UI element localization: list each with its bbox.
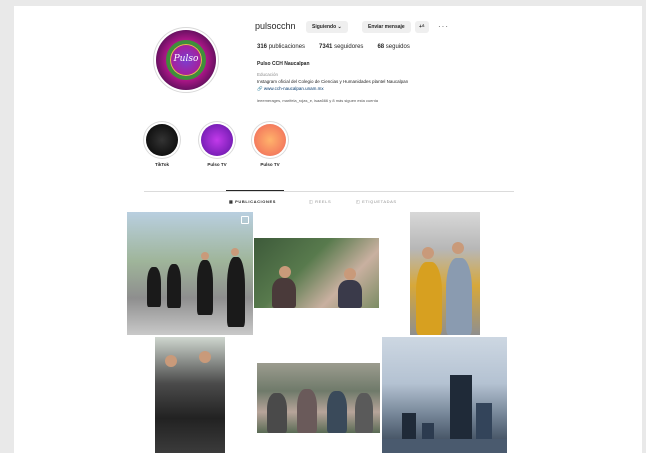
highlight-cover (254, 124, 286, 156)
followers-stat[interactable]: 7341 seguidores (319, 44, 363, 50)
post-thumbnail[interactable] (127, 212, 253, 335)
profile-category: Educación (257, 72, 279, 77)
profile-stats: 316 publicaciones 7341 seguidores 68 seg… (257, 44, 410, 50)
active-tab-indicator (226, 190, 284, 191)
profile-avatar[interactable]: Pulso (156, 30, 216, 90)
carousel-icon (241, 216, 249, 224)
tab-tagged[interactable]: ◰ ETIQUETADAS (356, 199, 397, 204)
post-thumbnail[interactable] (382, 337, 507, 453)
post-thumbnail[interactable] (257, 363, 380, 433)
highlight-label: Pulso TV (260, 162, 280, 167)
send-message-button[interactable]: Enviar mensaje (362, 21, 411, 33)
following-button[interactable]: Siguiendo ⌄ (306, 21, 348, 33)
highlight-tiktok[interactable]: TikTok (140, 124, 184, 167)
tab-reels[interactable]: ◫ REELS (309, 199, 331, 204)
profile-bio: Instagram oficial del Colegio de Ciencia… (257, 79, 409, 84)
instagram-profile-page: Pulso pulsocchn Siguiendo ⌄ Enviar mensa… (14, 6, 642, 453)
avatar-logo-text: Pulso (173, 54, 199, 64)
profile-full-name: Pulso CCH Naucalpan (257, 61, 310, 67)
posts-stat[interactable]: 316 publicaciones (257, 44, 305, 50)
highlight-cover (146, 124, 178, 156)
highlight-label: TikTok (154, 162, 170, 167)
highlight-pulso-tv-2[interactable]: Pulso TV (248, 124, 292, 167)
suggest-accounts-button[interactable]: +ᐞ (415, 21, 429, 33)
following-stat[interactable]: 68 seguidos (377, 44, 409, 50)
profile-link[interactable]: 🔗 www.cch-naucalpan.unam.mx (257, 86, 324, 92)
more-options-icon[interactable]: ··· (438, 22, 449, 31)
followed-by-text[interactable]: leeemerages, marifela_rojas_e, isaa666 y… (257, 98, 378, 103)
highlight-pulso-tv[interactable]: Pulso TV (195, 124, 239, 167)
post-thumbnail[interactable] (410, 212, 480, 335)
highlight-cover (201, 124, 233, 156)
profile-username: pulsocchn (255, 21, 296, 31)
highlight-label: Pulso TV (207, 162, 227, 167)
tabs-divider (144, 191, 514, 192)
post-thumbnail[interactable] (254, 238, 379, 308)
tab-posts[interactable]: ▦ PUBLICACIONES (229, 199, 276, 204)
post-thumbnail[interactable] (155, 337, 225, 453)
